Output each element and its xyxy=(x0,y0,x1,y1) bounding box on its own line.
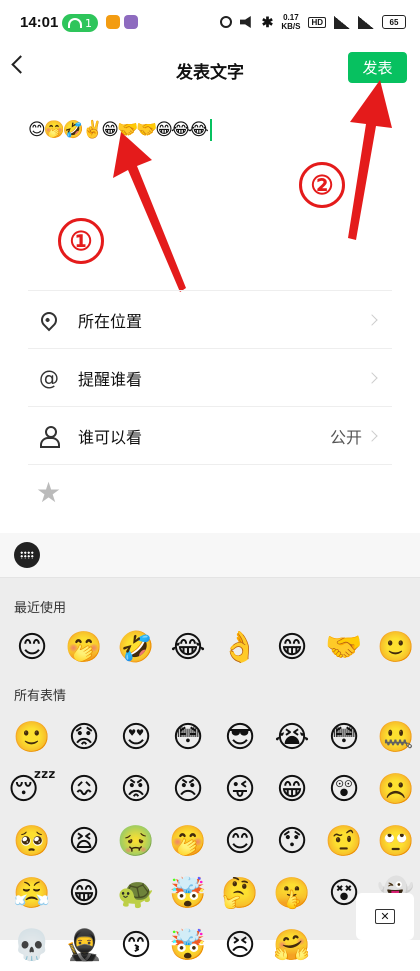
option-visibility[interactable]: 谁可以看 公开 xyxy=(28,406,392,464)
emoji-item[interactable]: 😯 xyxy=(266,815,318,867)
option-location[interactable]: 所在位置 xyxy=(28,290,392,348)
option-location-label: 所在位置 xyxy=(78,311,143,331)
emoji-item[interactable]: 🤔 xyxy=(214,867,266,919)
emoji-item[interactable]: 🤯 xyxy=(162,867,214,919)
chevron-right-icon xyxy=(366,371,378,384)
emoji-item[interactable]: 😙 xyxy=(110,919,162,971)
signal-icon-2 xyxy=(358,15,374,29)
emoji-item[interactable]: 😣 xyxy=(214,919,266,971)
emoji-item[interactable]: 🙂 xyxy=(6,711,58,763)
emoji-toolbar xyxy=(0,533,420,578)
emoji-item[interactable]: 🤢 xyxy=(110,815,162,867)
emoji-item[interactable]: 🥺 xyxy=(6,815,58,867)
location-pin-icon xyxy=(37,308,61,331)
wifi-icon xyxy=(68,18,82,28)
emoji-item[interactable]: 😫 xyxy=(58,815,110,867)
text-caret xyxy=(209,119,212,141)
emoji-item[interactable]: 👌 xyxy=(214,621,266,673)
emoji-item[interactable]: 🥷 xyxy=(58,919,110,971)
emoji-item[interactable]: 😖 xyxy=(58,763,110,815)
annotation-arrow-2 xyxy=(348,80,392,240)
emoji-item[interactable]: 😎 xyxy=(214,711,266,763)
app-notification-icon xyxy=(106,15,120,29)
net-speed-value: 0.17 xyxy=(283,13,299,22)
emoji-item[interactable]: 😳 xyxy=(318,711,370,763)
status-time: 14:01 xyxy=(20,14,59,31)
emoji-item[interactable]: 🙄 xyxy=(370,815,420,867)
battery-icon: 65 xyxy=(382,15,406,29)
compose-text: 😊🤭🤣✌️😁🤝🤝😁😂😂 xyxy=(28,120,209,140)
emoji-item[interactable]: 💀 xyxy=(6,919,58,971)
hotspot-pill: 1 xyxy=(62,14,98,32)
pill-count: 1 xyxy=(85,16,92,30)
emoji-item[interactable]: 🤫 xyxy=(266,867,318,919)
emoji-item[interactable]: 🤐 xyxy=(370,711,420,763)
option-extra[interactable]: ★ xyxy=(28,464,392,520)
person-icon xyxy=(38,425,60,448)
chevron-right-icon xyxy=(366,429,378,442)
emoji-item[interactable]: 🤯 xyxy=(162,919,214,971)
option-remind-label: 提醒谁看 xyxy=(78,369,143,389)
option-remind[interactable]: @ 提醒谁看 xyxy=(28,348,392,406)
at-sign-icon: @ xyxy=(39,365,59,390)
emoji-item[interactable]: 🙂 xyxy=(370,621,420,673)
emoji-item[interactable]: 😁 xyxy=(266,763,318,815)
signal-icon-1 xyxy=(334,15,350,29)
emoji-item[interactable]: 😁 xyxy=(58,867,110,919)
backspace-icon: ✕ xyxy=(375,909,395,924)
status-bar: 14:01 1 ✱ 0.17 KB/S HD 65 xyxy=(0,0,420,50)
recent-emoji-grid: 😊 🤭 🤣 😂 👌 😁 🤝 🙂 xyxy=(0,621,420,673)
status-right: ✱ 0.17 KB/S HD 65 xyxy=(219,13,406,31)
emoji-item[interactable]: 🤣 xyxy=(110,621,162,673)
compose-text-input[interactable]: 😊🤭🤣✌️😁🤝🤝😁😂😂 xyxy=(28,115,398,145)
emoji-item[interactable]: 😍 xyxy=(110,711,162,763)
post-options: 所在位置 @ 提醒谁看 谁可以看 公开 ★ xyxy=(28,290,392,520)
emoji-item[interactable]: 🤭 xyxy=(58,621,110,673)
emoji-item[interactable]: 😜 xyxy=(214,763,266,815)
emoji-item[interactable]: 😤 xyxy=(6,867,58,919)
app-notification-icon-2 xyxy=(124,15,138,29)
emoji-item[interactable]: 🤨 xyxy=(318,815,370,867)
emoji-item[interactable]: 😁 xyxy=(266,621,318,673)
annotation-arrow-1 xyxy=(113,132,186,292)
emoji-item[interactable]: 😊 xyxy=(6,621,58,673)
emoji-item[interactable]: 😟 xyxy=(58,711,110,763)
emoji-item[interactable]: 😠 xyxy=(162,763,214,815)
chevron-right-icon xyxy=(366,313,378,326)
annotation-step-2: ② xyxy=(299,162,345,208)
emoji-item[interactable]: 🤝 xyxy=(318,621,370,673)
option-visibility-label: 谁可以看 xyxy=(78,427,143,447)
nav-header: 发表文字 发表 xyxy=(0,48,420,92)
emoji-item[interactable]: 😳 xyxy=(162,711,214,763)
keyboard-toggle-icon[interactable] xyxy=(14,542,40,568)
emoji-item[interactable]: 😊 xyxy=(214,815,266,867)
recent-section-title: 最近使用 xyxy=(14,601,67,616)
emoji-item[interactable]: 😡 xyxy=(110,763,162,815)
mute-icon xyxy=(239,16,251,28)
net-speed: 0.17 KB/S xyxy=(281,13,300,31)
net-speed-unit: KB/S xyxy=(281,22,301,31)
star-icon: ★ xyxy=(36,476,62,509)
emoji-item[interactable]: 😭 xyxy=(266,711,318,763)
alarm-icon xyxy=(219,16,232,28)
publish-button[interactable]: 发表 xyxy=(348,52,407,83)
backspace-button[interactable]: ✕ xyxy=(356,893,414,940)
option-visibility-value: 公开 xyxy=(329,427,362,447)
emoji-item[interactable]: 🤗 xyxy=(266,919,318,971)
annotation-step-1: ① xyxy=(58,218,104,264)
emoji-item[interactable]: 🐢 xyxy=(110,867,162,919)
bluetooth-icon: ✱ xyxy=(261,13,274,30)
hd-badge: HD xyxy=(308,16,326,28)
emoji-item[interactable]: 😴 xyxy=(6,763,58,815)
emoji-item[interactable]: 😂 xyxy=(162,621,214,673)
emoji-panel: 最近使用 😊 🤭 🤣 😂 👌 😁 🤝 🙂 所有表情 🙂 😟 😍 😳 😎 😭 😳 🤐 😴 😖 😡 😠 😜 😁 😲 ☹️ 🥺 😫 🤢 🤭… xyxy=(0,533,420,963)
emoji-item[interactable]: 😲 xyxy=(318,763,370,815)
all-section-title: 所有表情 xyxy=(14,689,67,704)
emoji-item[interactable]: ☹️ xyxy=(370,763,420,815)
emoji-item[interactable]: 🤭 xyxy=(162,815,214,867)
